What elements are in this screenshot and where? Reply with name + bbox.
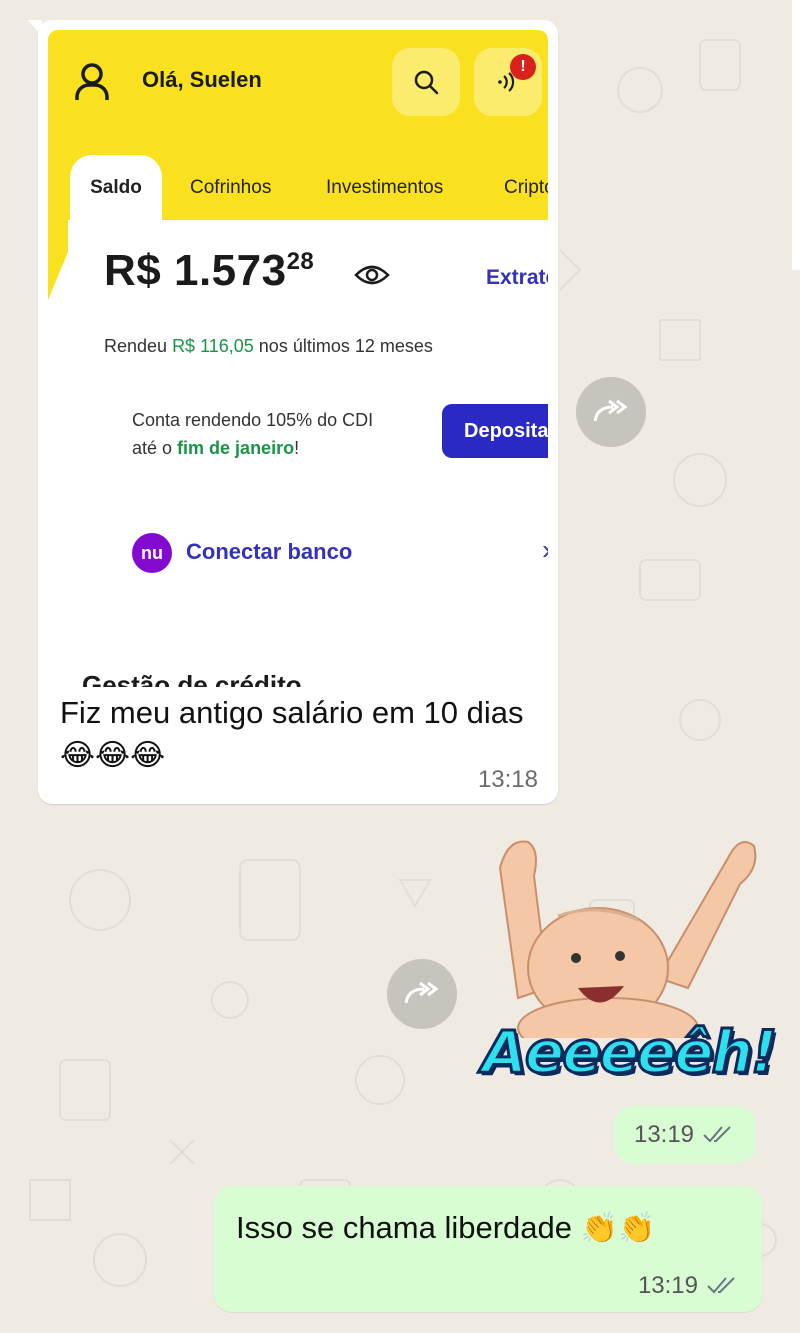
- profile-icon: [75, 63, 109, 100]
- outgoing-text: Isso se chama liberdade: [236, 1210, 573, 1245]
- forward-icon: [404, 981, 439, 1004]
- outgoing-message-text: Isso se chama liberdade 👏👏: [236, 1210, 655, 1246]
- tab-saldo: Saldo: [70, 155, 162, 220]
- outgoing-time: 13:19: [637, 1272, 698, 1299]
- earnings-summary: Rendeu R$ 116,05 nos últimos 12 meses: [104, 336, 433, 357]
- edge-strip: [792, 0, 800, 270]
- conectar-banco-link: Conectar banco: [186, 539, 353, 564]
- sticker-timestamp-pill: 13:19: [614, 1106, 756, 1164]
- cdi-info: Conta rendendo 105% do CDI até o fim de …: [132, 406, 432, 462]
- notifications-button: !: [474, 48, 542, 116]
- cut-off-section-title: Gestão de crédito: [82, 670, 302, 687]
- incoming-timestamp: 13:18: [477, 766, 538, 793]
- balance-cents: 28: [286, 248, 315, 275]
- incoming-message-text: Fiz meu antigo salário em 10 dias 😂😂😂: [60, 692, 540, 777]
- incoming-message-bubble[interactable]: Olá, Suelen ! Saldo Cofrinhos Investimen…: [28, 20, 558, 804]
- tab-investimentos: Investimentos: [326, 176, 444, 198]
- balance-main: R$ 1.573: [104, 246, 287, 295]
- account-tabs: Saldo Cofrinhos Investimentos Cripto: [70, 155, 548, 220]
- double-check-icon: [703, 1126, 731, 1143]
- double-check-icon: [707, 1277, 735, 1294]
- search-icon: [414, 70, 439, 95]
- balance-amount: R$ 1.57328: [104, 246, 314, 296]
- notification-badge: !: [510, 54, 536, 80]
- forward-icon: [593, 399, 628, 422]
- outgoing-message-bubble[interactable]: Isso se chama liberdade 👏👏 13:19: [214, 1186, 762, 1312]
- sticker-caption: Aeeeeêh!: [480, 1017, 778, 1088]
- outgoing-timestamp: 13:19: [638, 1272, 740, 1300]
- cdi-line-2-prefix: até o: [132, 438, 178, 458]
- shared-screenshot-image[interactable]: Olá, Suelen ! Saldo Cofrinhos Investimen…: [48, 30, 548, 687]
- search-button: [392, 48, 460, 116]
- sticker-time: 13:19: [633, 1121, 695, 1148]
- earnings-prefix: Rendeu: [104, 336, 173, 356]
- eye-icon: [354, 265, 390, 285]
- tab-cripto: Cripto: [504, 176, 548, 198]
- earnings-suffix: nos últimos 12 meses: [253, 336, 433, 356]
- tab-cofrinhos: Cofrinhos: [190, 176, 272, 198]
- clapping-emojis: 👏👏: [580, 1212, 656, 1245]
- chevron-right-icon: ›: [542, 534, 548, 566]
- depositar-button: Depositar: [442, 404, 548, 458]
- incoming-text: Fiz meu antigo salário em 10 dias: [60, 695, 524, 730]
- extrato-link: Extrato: [486, 266, 548, 289]
- cdi-line-2-suffix: !: [294, 438, 300, 458]
- cdi-line-1: Conta rendendo 105% do CDI: [132, 410, 374, 430]
- greeting-text: Olá, Suelen: [142, 67, 262, 92]
- cdi-line-2: até o fim de janeiro!: [132, 434, 432, 462]
- nubank-logo: nu: [132, 533, 172, 573]
- header-tail-shape: [48, 220, 68, 300]
- laughing-emojis: 😂😂😂: [60, 739, 166, 772]
- earnings-amount: R$ 116,05: [172, 336, 254, 356]
- baby-sticker[interactable]: Aeeeeêh!: [478, 828, 779, 1113]
- cheering-baby-illustration: [498, 840, 757, 1059]
- cdi-highlight: fim de janeiro: [177, 438, 295, 458]
- forward-button-1[interactable]: [576, 377, 646, 447]
- forward-button-2[interactable]: [387, 959, 457, 1029]
